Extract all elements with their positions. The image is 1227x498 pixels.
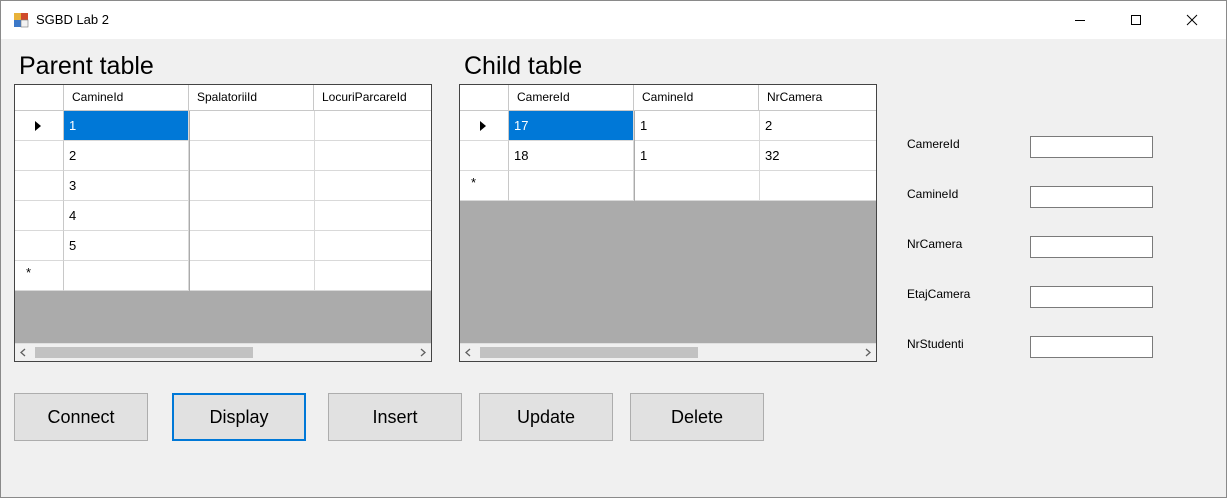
parent-data-grid[interactable]: CamineId SpalatoriiId LocuriParcareId 1 …: [14, 84, 432, 362]
table-cell[interactable]: 1: [635, 141, 760, 171]
table-cell[interactable]: [315, 111, 431, 141]
delete-button[interactable]: Delete: [630, 393, 764, 441]
etajcamera-input[interactable]: [1030, 286, 1153, 308]
nrcamera-label: NrCamera: [907, 237, 963, 251]
child-column-header[interactable]: NrCamera: [759, 85, 876, 111]
nrstudenti-input[interactable]: [1030, 336, 1153, 358]
update-button[interactable]: Update: [479, 393, 613, 441]
table-cell[interactable]: [190, 261, 315, 291]
chevron-right-icon: [865, 348, 871, 357]
table-cell[interactable]: 32: [760, 141, 876, 171]
table-cell[interactable]: [190, 201, 315, 231]
scroll-left-button[interactable]: [15, 344, 32, 361]
camineid-input[interactable]: [1030, 186, 1153, 208]
table-cell[interactable]: [315, 231, 431, 261]
current-row-arrow-icon: [35, 121, 41, 131]
table-cell[interactable]: 3: [64, 171, 189, 201]
connect-button[interactable]: Connect: [14, 393, 148, 441]
maximize-button[interactable]: [1113, 1, 1159, 39]
parent-table-title: Parent table: [19, 52, 154, 80]
close-button[interactable]: [1169, 1, 1215, 39]
row-header[interactable]: [15, 171, 64, 201]
minimize-icon: [1075, 20, 1085, 21]
row-header[interactable]: [15, 201, 64, 231]
table-cell[interactable]: [315, 201, 431, 231]
nrcamera-input[interactable]: [1030, 236, 1153, 258]
row-header[interactable]: [460, 141, 509, 171]
row-header[interactable]: [15, 141, 64, 171]
parent-column-header[interactable]: SpalatoriiId: [189, 85, 314, 111]
table-cell[interactable]: 1: [64, 111, 189, 141]
parent-corner-header[interactable]: [15, 85, 64, 111]
insert-button[interactable]: Insert: [328, 393, 462, 441]
child-data-grid[interactable]: CamereId CamineId NrCamera 17 1 2 18 1 3…: [459, 84, 877, 362]
chevron-right-icon: [420, 348, 426, 357]
table-cell[interactable]: [190, 111, 315, 141]
display-button[interactable]: Display: [172, 393, 306, 441]
scroll-right-button[interactable]: [414, 344, 431, 361]
etajcamera-label: EtajCamera: [907, 287, 971, 301]
scroll-thumb[interactable]: [35, 347, 253, 358]
table-cell[interactable]: 4: [64, 201, 189, 231]
main-window: SGBD Lab 2 Parent table Child table Cami…: [0, 0, 1227, 498]
table-cell[interactable]: 2: [64, 141, 189, 171]
app-icon: [14, 13, 29, 28]
new-row-marker-icon: *: [26, 265, 32, 280]
nrstudenti-label: NrStudenti: [907, 337, 964, 351]
child-column-header[interactable]: CamereId: [509, 85, 634, 111]
table-cell[interactable]: 2: [760, 111, 876, 141]
table-cell[interactable]: [509, 171, 634, 201]
table-cell[interactable]: [315, 261, 431, 291]
row-header[interactable]: [460, 111, 509, 141]
title-bar: SGBD Lab 2: [1, 1, 1226, 39]
minimize-button[interactable]: [1057, 1, 1103, 39]
new-row-marker-icon: *: [471, 175, 477, 190]
row-header[interactable]: *: [15, 261, 64, 291]
table-cell[interactable]: [315, 141, 431, 171]
child-column-header[interactable]: CamineId: [634, 85, 759, 111]
table-cell[interactable]: [190, 171, 315, 201]
camineid-label: CamineId: [907, 187, 959, 201]
close-icon: [1186, 14, 1198, 26]
parent-horizontal-scrollbar[interactable]: [15, 343, 431, 361]
parent-column-header[interactable]: CamineId: [64, 85, 189, 111]
camereid-label: CamereId: [907, 137, 960, 151]
table-cell[interactable]: 1: [635, 111, 760, 141]
row-header[interactable]: *: [460, 171, 509, 201]
child-corner-header[interactable]: [460, 85, 509, 111]
table-cell[interactable]: 18: [509, 141, 634, 171]
table-cell[interactable]: [190, 231, 315, 261]
chevron-left-icon: [465, 348, 471, 357]
scroll-right-button[interactable]: [859, 344, 876, 361]
child-table-title: Child table: [464, 52, 583, 80]
table-cell[interactable]: [64, 261, 189, 291]
maximize-icon: [1131, 15, 1141, 25]
table-cell[interactable]: 17: [509, 111, 634, 141]
current-row-arrow-icon: [480, 121, 486, 131]
row-header[interactable]: [15, 231, 64, 261]
scroll-left-button[interactable]: [460, 344, 477, 361]
table-cell[interactable]: [190, 141, 315, 171]
scroll-thumb[interactable]: [480, 347, 698, 358]
camereid-input[interactable]: [1030, 136, 1153, 158]
chevron-left-icon: [20, 348, 26, 357]
child-horizontal-scrollbar[interactable]: [460, 343, 876, 361]
table-cell[interactable]: 5: [64, 231, 189, 261]
window-title: SGBD Lab 2: [36, 12, 109, 27]
table-cell[interactable]: [760, 171, 876, 201]
row-header[interactable]: [15, 111, 64, 141]
table-cell[interactable]: [635, 171, 760, 201]
table-cell[interactable]: [315, 171, 431, 201]
parent-column-header[interactable]: LocuriParcareId: [314, 85, 431, 111]
